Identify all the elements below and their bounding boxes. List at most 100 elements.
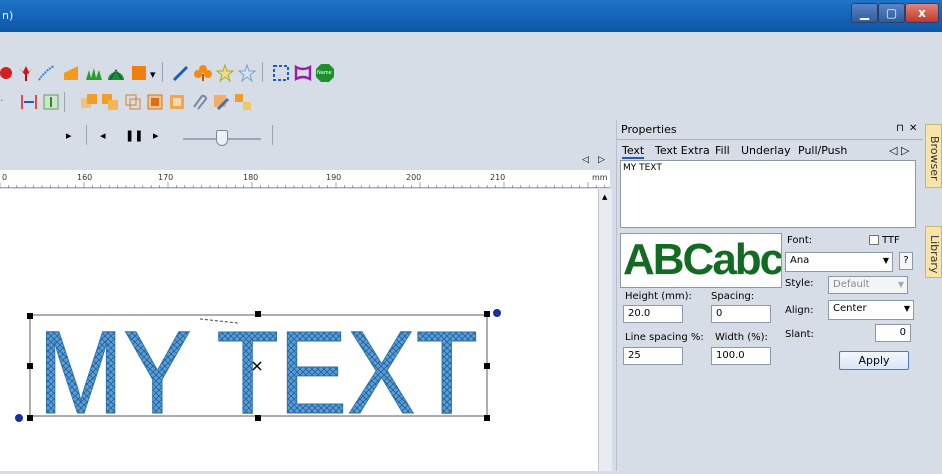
window-title: n): [2, 9, 14, 22]
blue-needle-icon[interactable]: [172, 64, 190, 82]
ruler-label: 160: [77, 173, 93, 182]
style-value: Default: [833, 279, 870, 290]
design-canvas[interactable]: MY TEXT: [0, 189, 598, 471]
send-back-icon[interactable]: [168, 93, 186, 111]
font-preview: ABCabc: [620, 233, 782, 288]
slant-input[interactable]: 0: [875, 324, 911, 342]
distribute-vertical-icon[interactable]: [42, 93, 60, 111]
panel-divider: [617, 139, 923, 140]
scroll-left-icon[interactable]: ◁: [582, 155, 589, 165]
pin-icon[interactable]: ⊓: [896, 123, 904, 134]
edit-shape-icon[interactable]: [212, 93, 230, 111]
line-spacing-label: Line spacing %:: [625, 332, 704, 343]
align-value: Center: [833, 303, 867, 314]
tab-underlay[interactable]: Underlay: [741, 144, 791, 157]
resize-handle[interactable]: [27, 415, 33, 421]
chevron-down-icon[interactable]: ▼: [904, 304, 910, 313]
speed-slider-thumb[interactable]: [216, 130, 228, 146]
help-button[interactable]: ?: [899, 252, 913, 270]
bring-front-icon[interactable]: [146, 93, 164, 111]
red-bloom-icon[interactable]: [0, 64, 18, 82]
chevron-down-icon[interactable]: ▼: [898, 280, 904, 289]
wand-icon[interactable]: [238, 64, 256, 82]
toolbar-separator: [272, 125, 273, 145]
combine-icon[interactable]: [124, 93, 142, 111]
resize-handle[interactable]: [255, 415, 261, 421]
font-value: Ana: [790, 255, 810, 266]
browser-tab[interactable]: Browser: [925, 124, 942, 188]
tab-fill[interactable]: Fill: [715, 144, 730, 157]
maximize-button[interactable]: ▢: [878, 3, 905, 23]
resize-handle[interactable]: [484, 311, 490, 317]
ruler-label: 200: [406, 173, 422, 182]
orange-club-icon[interactable]: [194, 64, 212, 82]
dropdown-caret-icon[interactable]: ·: [0, 94, 4, 107]
align-select[interactable]: Center ▼: [828, 300, 914, 320]
resize-handle[interactable]: [27, 313, 33, 319]
ruler-label: 180: [243, 173, 259, 182]
ruler-label: 210: [490, 173, 506, 182]
properties-panel: Properties ⊓ ✕ Text Text Extra Fill Unde…: [616, 120, 923, 471]
line-spacing-input[interactable]: 25: [623, 347, 683, 365]
clip-icon[interactable]: [190, 93, 208, 111]
library-tab[interactable]: Library: [925, 226, 942, 278]
ruler-label: 0: [2, 173, 8, 182]
spacing-input[interactable]: 0: [711, 305, 771, 323]
hoop-icon[interactable]: [294, 64, 312, 82]
rotate-handle[interactable]: [15, 414, 23, 422]
scroll-right-icon[interactable]: ▷: [598, 155, 605, 165]
title-bar: n) ▁ ▢ x: [0, 0, 942, 32]
star-wand-icon[interactable]: [216, 64, 234, 82]
step-forward-icon[interactable]: ▸: [153, 129, 159, 142]
style-select[interactable]: Default ▼: [828, 276, 908, 294]
dropdown-caret-icon[interactable]: ▾: [150, 68, 156, 81]
vertical-scrollbar[interactable]: ▲: [598, 189, 612, 471]
step-back-icon[interactable]: ◂: [100, 129, 106, 142]
tab-text[interactable]: Text: [622, 144, 645, 159]
embroidery-object[interactable]: MY TEXT: [0, 189, 598, 471]
green-fan-icon[interactable]: [107, 64, 125, 82]
tab-text-extra[interactable]: Text Extra: [655, 144, 710, 157]
tab-scroll-arrows[interactable]: ◁ ▷: [889, 144, 909, 157]
pause-icon[interactable]: ❚❚: [125, 129, 143, 142]
distribute-horizontal-icon[interactable]: [20, 93, 38, 111]
red-tulip-icon[interactable]: [17, 64, 35, 82]
minimize-button[interactable]: ▁: [851, 3, 878, 23]
toolbar-separator: [262, 62, 263, 82]
width-label: Width (%):: [715, 332, 768, 343]
slant-label: Slant:: [785, 329, 814, 340]
arrange-icon[interactable]: [234, 93, 252, 111]
ttf-label: TTF: [882, 235, 900, 246]
select-frame-icon[interactable]: [272, 64, 290, 82]
scroll-up-icon[interactable]: ▲: [602, 193, 607, 201]
properties-title: Properties: [621, 123, 677, 136]
close-button[interactable]: x: [905, 3, 939, 23]
blue-stroke-icon[interactable]: [38, 64, 56, 82]
resize-handle[interactable]: [484, 363, 490, 369]
panel-close-icon[interactable]: ✕: [909, 123, 917, 134]
rotate-handle[interactable]: [493, 309, 501, 317]
orange-corner-icon[interactable]: [62, 64, 80, 82]
ruler-ticks: [0, 182, 606, 188]
text-entry[interactable]: MY TEXT: [620, 160, 916, 228]
toolbar-separator: [64, 92, 65, 112]
align-label: Align:: [785, 305, 814, 316]
name-badge-label: Name: [317, 70, 332, 76]
ruler-label: 190: [326, 173, 342, 182]
tab-pull-push[interactable]: Pull/Push: [798, 144, 847, 157]
green-grass-icon[interactable]: [85, 64, 103, 82]
resize-handle[interactable]: [255, 311, 261, 317]
height-input[interactable]: 20.0: [623, 305, 683, 323]
apply-button[interactable]: Apply: [839, 351, 909, 370]
font-select[interactable]: Ana ▼: [785, 252, 893, 272]
resize-handle[interactable]: [27, 363, 33, 369]
ungroup-icon[interactable]: [101, 93, 119, 111]
height-label: Height (mm):: [625, 291, 692, 302]
group-icon[interactable]: [80, 93, 98, 111]
play-icon[interactable]: ▸: [66, 129, 72, 142]
width-input[interactable]: 100.0: [711, 347, 771, 365]
orange-square-icon[interactable]: [130, 64, 148, 82]
resize-handle[interactable]: [484, 415, 490, 421]
ttf-checkbox[interactable]: [869, 235, 879, 245]
chevron-down-icon[interactable]: ▼: [883, 256, 889, 265]
